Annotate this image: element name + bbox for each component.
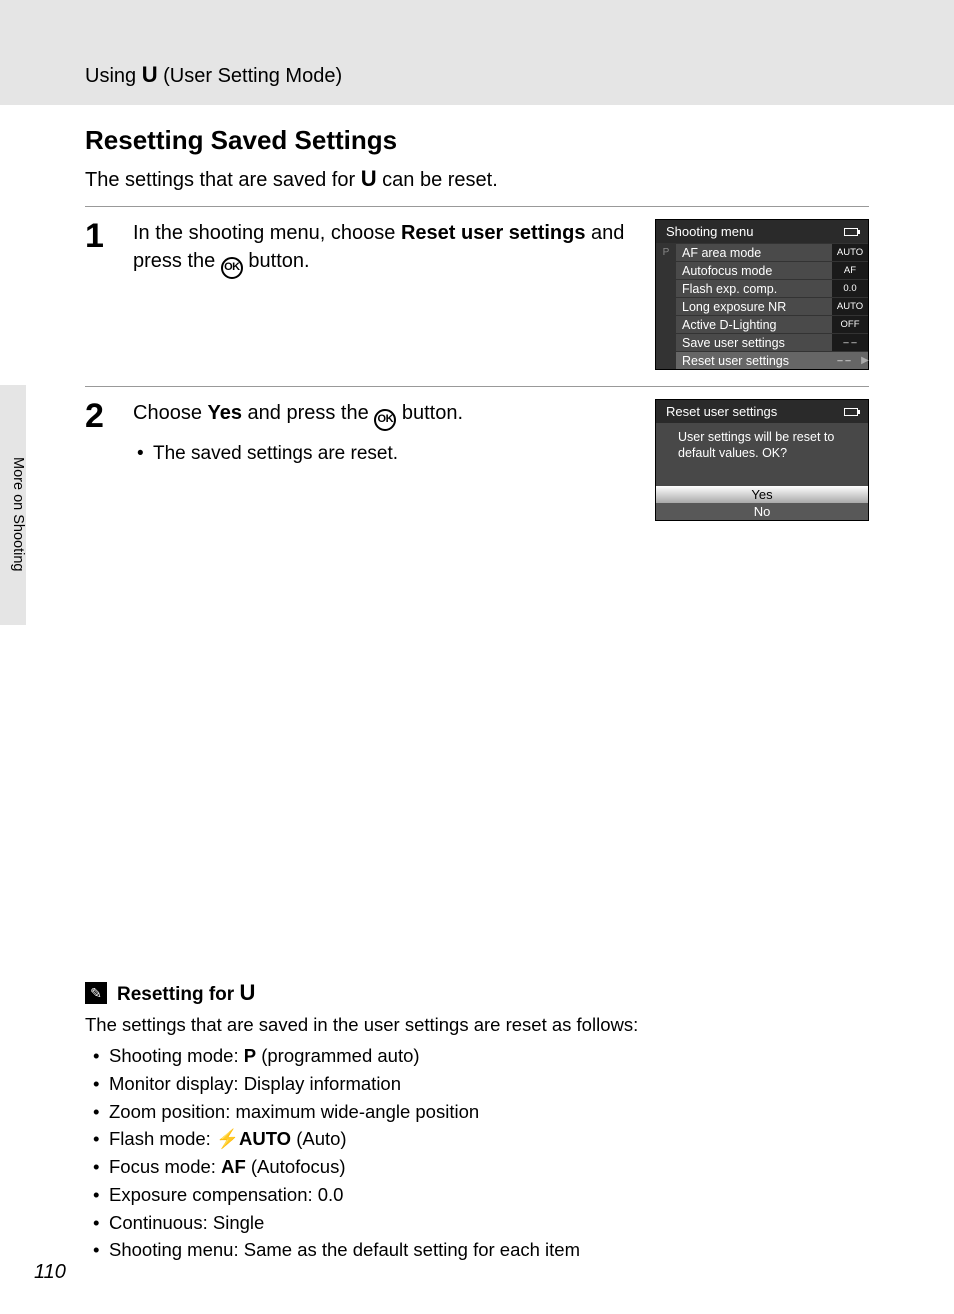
breadcrumb-suffix: (User Setting Mode) <box>158 65 343 87</box>
lcd-menu-row: Active D-LightingOFF <box>656 315 868 333</box>
lcd-row-value: OFF <box>832 316 868 333</box>
lcd-title: Reset user settings <box>656 400 868 423</box>
side-tab-label: More on Shooting <box>7 457 26 609</box>
step-1-text: In the shooting menu, choose Reset user … <box>133 219 645 279</box>
page-header: Using U (User Setting Mode) <box>0 0 954 105</box>
shooting-menu-screenshot: Shooting menu PAF area modeAUTOAutofocus… <box>655 219 869 370</box>
note-box: ✎ Resetting for U The settings that are … <box>85 980 869 1264</box>
lcd-row-value: AUTO <box>832 244 868 261</box>
u-mode-icon: U <box>142 62 158 87</box>
lcd-menu-row: Reset user settings– –▶ <box>656 351 868 369</box>
intro-text: The settings that are saved for U can be… <box>85 166 869 192</box>
note-list-item: Shooting mode: P (programmed auto) <box>85 1042 869 1070</box>
note-heading: Resetting for U <box>117 980 255 1006</box>
lcd-row-value: AUTO <box>832 298 868 315</box>
u-mode-icon: U <box>239 980 255 1005</box>
lcd-row-label: Autofocus mode <box>676 264 832 278</box>
step-2-bullet: The saved settings are reset. <box>133 443 645 465</box>
divider <box>85 386 869 387</box>
note-list-item: Monitor display: Display information <box>85 1070 869 1098</box>
step-2-text: Choose Yes and press the OK button. <box>133 399 645 431</box>
lcd-menu-row: Flash exp. comp.0.0 <box>656 279 868 297</box>
side-tab: More on Shooting <box>0 385 26 625</box>
note-list-item: Flash mode: ⚡AUTO (Auto) <box>85 1125 869 1153</box>
ok-button-icon: OK <box>374 409 396 431</box>
note-list-item: Zoom position: maximum wide-angle positi… <box>85 1098 869 1126</box>
mode-icon: P <box>244 1045 256 1066</box>
lcd-row-value: – – <box>826 352 862 369</box>
mode-icon: AF <box>221 1156 246 1177</box>
battery-icon <box>844 408 858 416</box>
lcd-row-value: AF <box>832 262 868 279</box>
note-list-item: Shooting menu: Same as the default setti… <box>85 1236 869 1264</box>
step-number: 1 <box>85 219 133 370</box>
note-intro: The settings that are saved in the user … <box>85 1014 869 1036</box>
battery-icon <box>844 228 858 236</box>
lcd-row-label: Save user settings <box>676 336 832 350</box>
lcd-row-value: 0.0 <box>832 280 868 297</box>
note-list-item: Continuous: Single <box>85 1209 869 1237</box>
reset-dialog-screenshot: Reset user settings User settings will b… <box>655 399 869 521</box>
step-number: 2 <box>85 399 133 521</box>
lcd-row-label: Flash exp. comp. <box>676 282 832 296</box>
step-1: 1 In the shooting menu, choose Reset use… <box>85 219 869 370</box>
page-number: 110 <box>34 1261 66 1284</box>
lcd-row-label: AF area mode <box>676 246 832 260</box>
chevron-right-icon: ▶ <box>862 355 868 366</box>
lcd-menu-row: Save user settings– – <box>656 333 868 351</box>
lcd-title: Shooting menu <box>656 220 868 243</box>
page-title: Resetting Saved Settings <box>85 125 869 156</box>
u-mode-icon: U <box>361 166 377 191</box>
lcd-menu-row: Long exposure NRAUTO <box>656 297 868 315</box>
breadcrumb-prefix: Using <box>85 65 142 87</box>
pencil-icon: ✎ <box>85 982 107 1004</box>
step-2: 2 Choose Yes and press the OK button. Th… <box>85 399 869 521</box>
lcd-option-yes: Yes <box>656 486 868 503</box>
lcd-option-no: No <box>656 503 868 520</box>
lcd-row-label: Reset user settings <box>676 354 826 368</box>
note-list: Shooting mode: P (programmed auto)Monito… <box>85 1042 869 1264</box>
lcd-row-value: – – <box>832 334 868 351</box>
note-list-item: Focus mode: AF (Autofocus) <box>85 1153 869 1181</box>
lcd-message: User settings will be reset to default v… <box>656 423 868 486</box>
lcd-menu-row: PAF area modeAUTO <box>656 243 868 261</box>
mode-icon: ⚡AUTO <box>216 1128 291 1149</box>
lcd-row-label: Active D-Lighting <box>676 318 832 332</box>
divider <box>85 206 869 207</box>
lcd-menu-row: Autofocus modeAF <box>656 261 868 279</box>
note-list-item: Exposure compensation: 0.0 <box>85 1181 869 1209</box>
ok-button-icon: OK <box>221 257 243 279</box>
lcd-row-label: Long exposure NR <box>676 300 832 314</box>
